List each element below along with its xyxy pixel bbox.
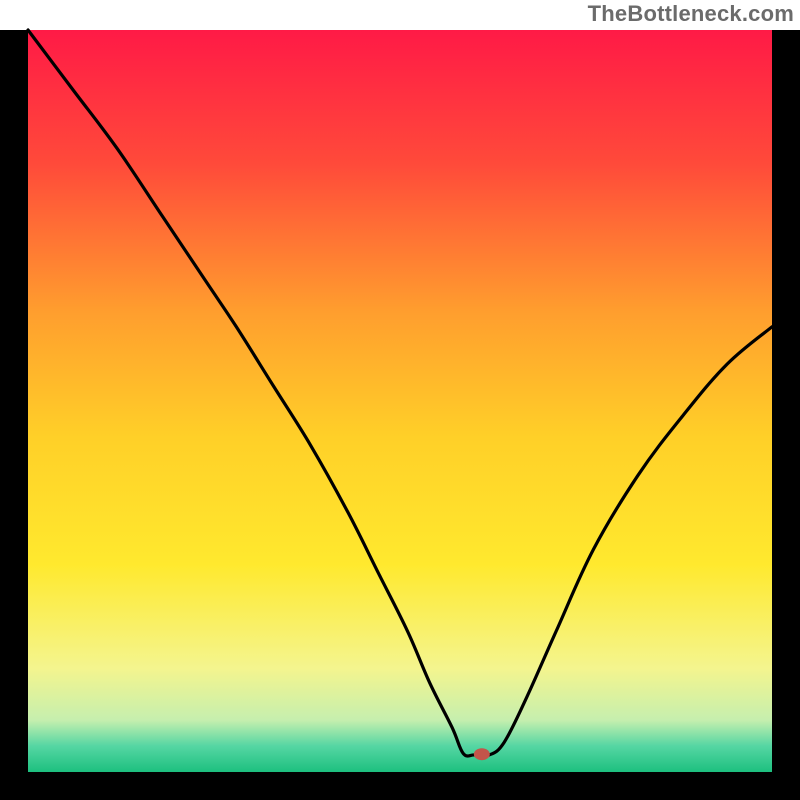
plot-area [28,30,772,772]
chart-container: TheBottleneck.com [0,0,800,800]
bottleneck-chart [0,0,800,800]
optimal-marker [474,748,490,760]
